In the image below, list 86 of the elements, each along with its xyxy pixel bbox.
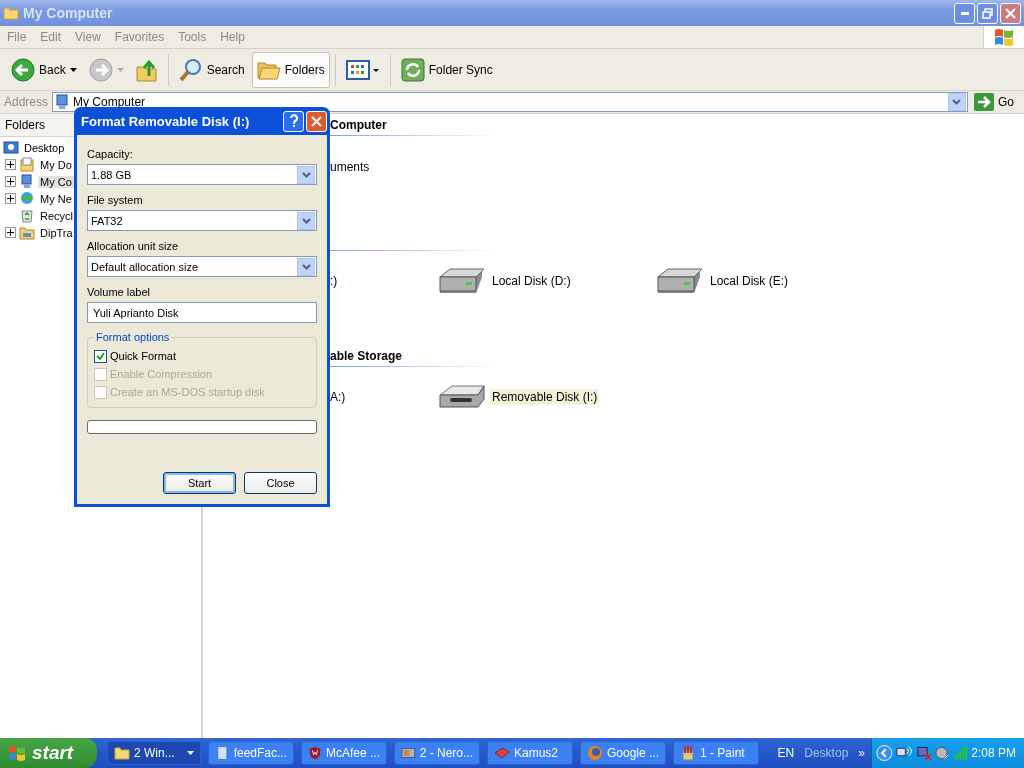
restore-button[interactable] [977, 2, 998, 24]
tree-item[interactable]: Desktop [22, 141, 67, 154]
tree-item[interactable]: My Co [38, 175, 74, 188]
desktop-icon [3, 140, 19, 155]
address-label: Address [4, 95, 49, 109]
checkbox-label[interactable]: Quick Format [110, 350, 176, 362]
taskbar-button[interactable]: feedFac... [208, 741, 294, 765]
search-button[interactable]: Search [173, 51, 250, 88]
tree-item[interactable]: My Do [38, 158, 74, 171]
window-title: My Computer [23, 5, 114, 21]
tree-item[interactable]: Recycl [38, 209, 75, 222]
item-label: uments [330, 160, 370, 174]
drive-item[interactable]: Removable Disk (I:) [490, 389, 600, 405]
taskbar-button[interactable]: Kamus2 [487, 741, 573, 765]
close-icon [311, 115, 322, 127]
dropdown-field[interactable]: 1.88 GB [87, 164, 317, 185]
expand-icon[interactable] [5, 227, 16, 238]
drive-item[interactable]: Local Disk (D:) [490, 273, 573, 289]
shield-icon [308, 745, 322, 761]
hard-drive-icon [438, 267, 486, 295]
group-title: Format options [95, 331, 171, 343]
recycle-icon [19, 208, 35, 223]
collapse-icon[interactable] [876, 744, 893, 762]
hard-drive-icon [656, 267, 704, 295]
views-icon [345, 58, 380, 81]
expand-icon[interactable] [5, 159, 16, 170]
clock: 2:08 PM [971, 746, 1016, 760]
caret-icon[interactable] [187, 751, 194, 755]
documents-icon [19, 157, 35, 172]
window-folder-icon [3, 6, 19, 20]
field-label: Volume label [87, 286, 151, 298]
restore-icon [982, 7, 993, 19]
back-button[interactable]: Back [6, 51, 82, 88]
go-button[interactable]: Go [972, 93, 1020, 111]
pane-title: Folders [5, 118, 45, 132]
dialog-button[interactable]: Close [244, 472, 317, 494]
drive-item[interactable]: Local Disk (E:) [708, 273, 791, 289]
tree-item[interactable]: DipTra [38, 226, 75, 239]
help-icon [288, 114, 299, 128]
item-label: A:) [330, 390, 346, 404]
computer-icon [55, 94, 70, 110]
disconnected-network-icon [915, 745, 933, 761]
close-button[interactable] [1000, 2, 1021, 24]
taskbar-button[interactable]: 2 Win... [107, 741, 201, 765]
taskbar-button[interactable]: 2 - Nero... [394, 741, 480, 765]
network-icon [19, 191, 35, 206]
field-label: File system [87, 194, 144, 206]
search-icon [178, 57, 203, 82]
folder-icon [114, 745, 130, 761]
input-field[interactable]: Yuli Aprianto Disk [87, 302, 317, 323]
paint-icon [680, 745, 696, 761]
folder-up-icon [135, 57, 158, 82]
expand-icon[interactable] [5, 176, 16, 187]
help-button[interactable] [283, 110, 304, 132]
folder-icon [19, 225, 35, 240]
more-chevron[interactable]: » [858, 746, 865, 760]
minimize-icon [960, 11, 969, 15]
dialog-title: Format Removable Disk (I:) [81, 113, 251, 129]
field-label: Allocation unit size [87, 240, 180, 252]
expand-icon[interactable] [5, 193, 16, 204]
caret-icon[interactable] [69, 67, 77, 72]
language-indicator[interactable]: EN [777, 746, 795, 760]
computer-icon [19, 174, 35, 189]
tree-item[interactable]: My Ne [38, 192, 74, 205]
field-label: Capacity: [87, 148, 134, 160]
close-button[interactable] [306, 110, 327, 132]
removable-drive-icon [438, 383, 486, 411]
close-icon [1005, 7, 1016, 19]
sync-icon [400, 57, 425, 82]
sync-button[interactable]: Folder Sync [395, 51, 498, 88]
dialog-button[interactable]: Start [163, 472, 236, 494]
taskbar-button[interactable]: 1 - Paint [673, 741, 759, 765]
checkbox[interactable] [94, 349, 107, 363]
desktop-toolbar-label[interactable]: Desktop [804, 746, 849, 760]
start-button[interactable]: start [0, 738, 97, 768]
browser-icon [587, 745, 603, 761]
signal-icon [953, 745, 969, 761]
dropdown-field[interactable]: FAT32 [87, 210, 317, 231]
dropdown-field[interactable]: Default allocation size [87, 256, 317, 277]
taskbar-button[interactable]: Google ... [580, 741, 666, 765]
folders-button[interactable]: Folders [251, 51, 330, 88]
doc-icon [215, 745, 230, 761]
minimize-button[interactable] [954, 2, 975, 24]
taskbar-button[interactable]: McAfee ... [301, 741, 387, 765]
item-label: :) [330, 274, 338, 288]
flag-logo-icon [8, 744, 26, 762]
